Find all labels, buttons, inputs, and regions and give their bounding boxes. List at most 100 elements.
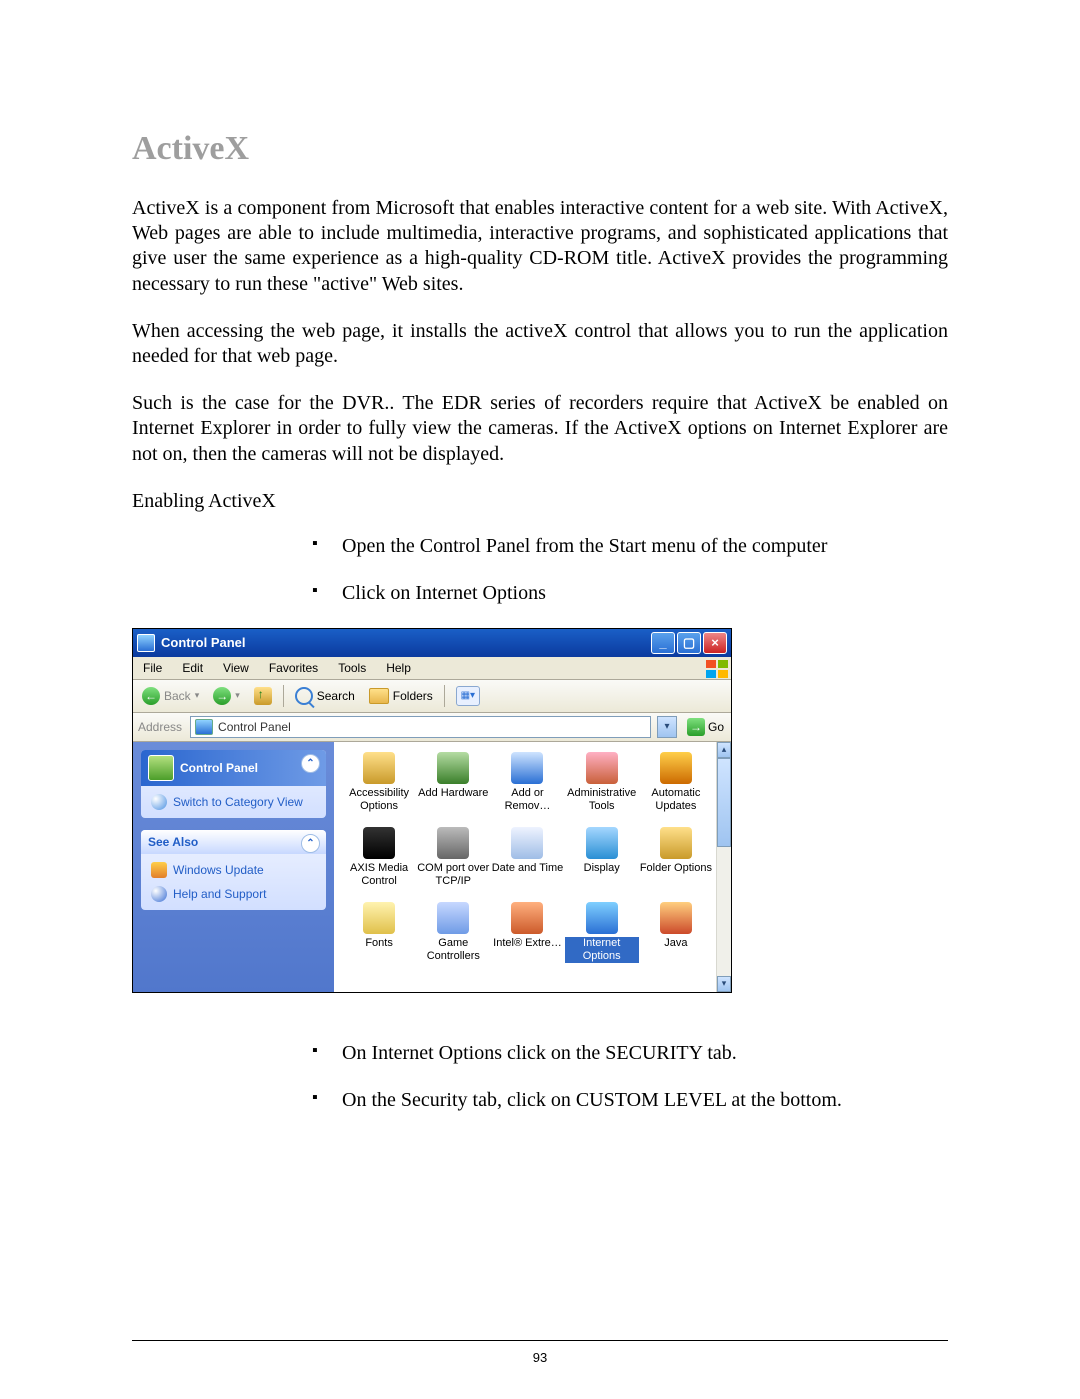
page-footer-rule [132,1340,948,1341]
menu-favorites[interactable]: Favorites [259,657,328,679]
menu-view[interactable]: View [213,657,259,679]
collapse-icon[interactable]: ⌃ [301,754,320,773]
applet-label: Game Controllers [416,937,490,963]
applet-icon [362,827,396,859]
control-panel-item[interactable]: Java [639,902,713,977]
back-label: Back [164,689,191,703]
applet-icon [585,752,619,784]
applet-icon [510,902,544,934]
paragraph-3: Such is the case for the DVR.. The EDR s… [132,391,948,467]
minimize-button[interactable]: _ [651,632,675,654]
windows-update-icon [151,862,167,878]
views-icon: ▦▾ [456,686,480,706]
applet-icon [585,827,619,859]
panel-header[interactable]: See Also ⌃ [141,830,326,854]
scroll-down-icon[interactable]: ▾ [717,976,731,992]
titlebar[interactable]: Control Panel _ ▢ × [133,629,731,657]
search-label: Search [317,689,355,703]
applet-icon [436,752,470,784]
paragraph-1: ActiveX is a component from Microsoft th… [132,196,948,297]
instruction-item: On Internet Options click on the SECURIT… [312,1041,948,1066]
applet-label: Automatic Updates [639,787,713,813]
folders-icon [369,688,389,704]
up-button[interactable] [249,685,277,707]
client-area: Control Panel ⌃ Switch to Category View … [133,742,731,992]
control-panel-item[interactable]: Administrative Tools [565,752,639,827]
folders-label: Folders [393,689,433,703]
applet-label: COM port over TCP/IP [416,862,490,888]
link-label: Windows Update [173,863,264,877]
maximize-button[interactable]: ▢ [677,632,701,654]
menu-edit[interactable]: Edit [172,657,213,679]
control-panel-item[interactable]: Internet Options [565,902,639,977]
applet-icon [659,827,693,859]
applet-icon [362,902,396,934]
go-arrow-icon: → [687,718,705,736]
control-panel-item[interactable]: AXIS Media Control [342,827,416,902]
enable-heading: Enabling ActiveX [132,489,948,514]
applet-icon [436,902,470,934]
category-view-icon [151,794,167,810]
applet-label: AXIS Media Control [342,862,416,888]
applet-label: Display [584,862,620,875]
applet-icon [659,902,693,934]
control-panel-header-icon [148,755,174,781]
task-pane: Control Panel ⌃ Switch to Category View … [133,742,334,992]
menu-file[interactable]: File [133,657,172,679]
control-panel-item[interactable]: COM port over TCP/IP [416,827,490,902]
control-panel-item[interactable]: Game Controllers [416,902,490,977]
control-panel-item[interactable]: Display [565,827,639,902]
control-panel-item[interactable]: Add Hardware [416,752,490,827]
address-label: Address [136,720,184,734]
scroll-thumb[interactable] [717,758,731,847]
window-title: Control Panel [161,635,246,650]
chevron-down-icon: ▾ [235,690,240,701]
windows-update-link[interactable]: Windows Update [151,862,316,878]
control-panel-window: Control Panel _ ▢ × File Edit View Favor… [132,628,732,993]
toolbar: ← Back ▾ → ▾ Search Folders ▦▾ [133,680,731,713]
search-button[interactable]: Search [290,685,360,707]
address-bar: Address Control Panel ▾ → Go [133,713,731,742]
control-panel-item[interactable]: Automatic Updates [639,752,713,827]
help-support-link[interactable]: Help and Support [151,886,316,902]
applet-icon [659,752,693,784]
divider [444,685,445,707]
control-panel-item[interactable]: Fonts [342,902,416,977]
applet-label: Fonts [365,937,393,950]
collapse-icon[interactable]: ⌃ [301,834,320,853]
instruction-list-b: On Internet Options click on the SECURIT… [312,1041,948,1113]
back-button[interactable]: ← Back ▾ [137,685,204,707]
forward-button[interactable]: → ▾ [208,685,245,707]
applet-label: Folder Options [640,862,712,875]
close-button[interactable]: × [703,632,727,654]
scroll-up-icon[interactable]: ▴ [717,742,731,758]
address-value: Control Panel [218,720,291,734]
control-panel-item[interactable]: Date and Time [490,827,564,902]
folders-button[interactable]: Folders [364,686,438,706]
section-title: ActiveX [132,130,948,168]
views-button[interactable]: ▦▾ [451,684,485,708]
control-panel-item[interactable]: Add or Remov… [490,752,564,827]
scrollbar[interactable]: ▴ ▾ [716,742,731,992]
control-panel-item[interactable]: Folder Options [639,827,713,902]
applet-icon [436,827,470,859]
switch-category-view-link[interactable]: Switch to Category View [151,794,316,810]
panel-header[interactable]: Control Panel ⌃ [141,750,326,786]
forward-arrow-icon: → [213,687,231,705]
go-button[interactable]: → Go [683,718,728,736]
link-label: Switch to Category View [173,795,303,809]
applet-label: Accessibility Options [342,787,416,813]
address-dropdown[interactable]: ▾ [657,716,677,738]
icon-area: Accessibility OptionsAdd HardwareAdd or … [334,742,731,992]
scroll-track[interactable] [717,758,731,976]
control-panel-item[interactable]: Intel® Extre… [490,902,564,977]
search-icon [295,687,313,705]
divider [283,685,284,707]
control-panel-item[interactable]: Accessibility Options [342,752,416,827]
menu-tools[interactable]: Tools [328,657,376,679]
applet-icon [585,902,619,934]
windows-logo-icon [705,659,729,679]
applet-label: Add Hardware [418,787,488,800]
address-field[interactable]: Control Panel [190,716,651,738]
menu-help[interactable]: Help [376,657,421,679]
